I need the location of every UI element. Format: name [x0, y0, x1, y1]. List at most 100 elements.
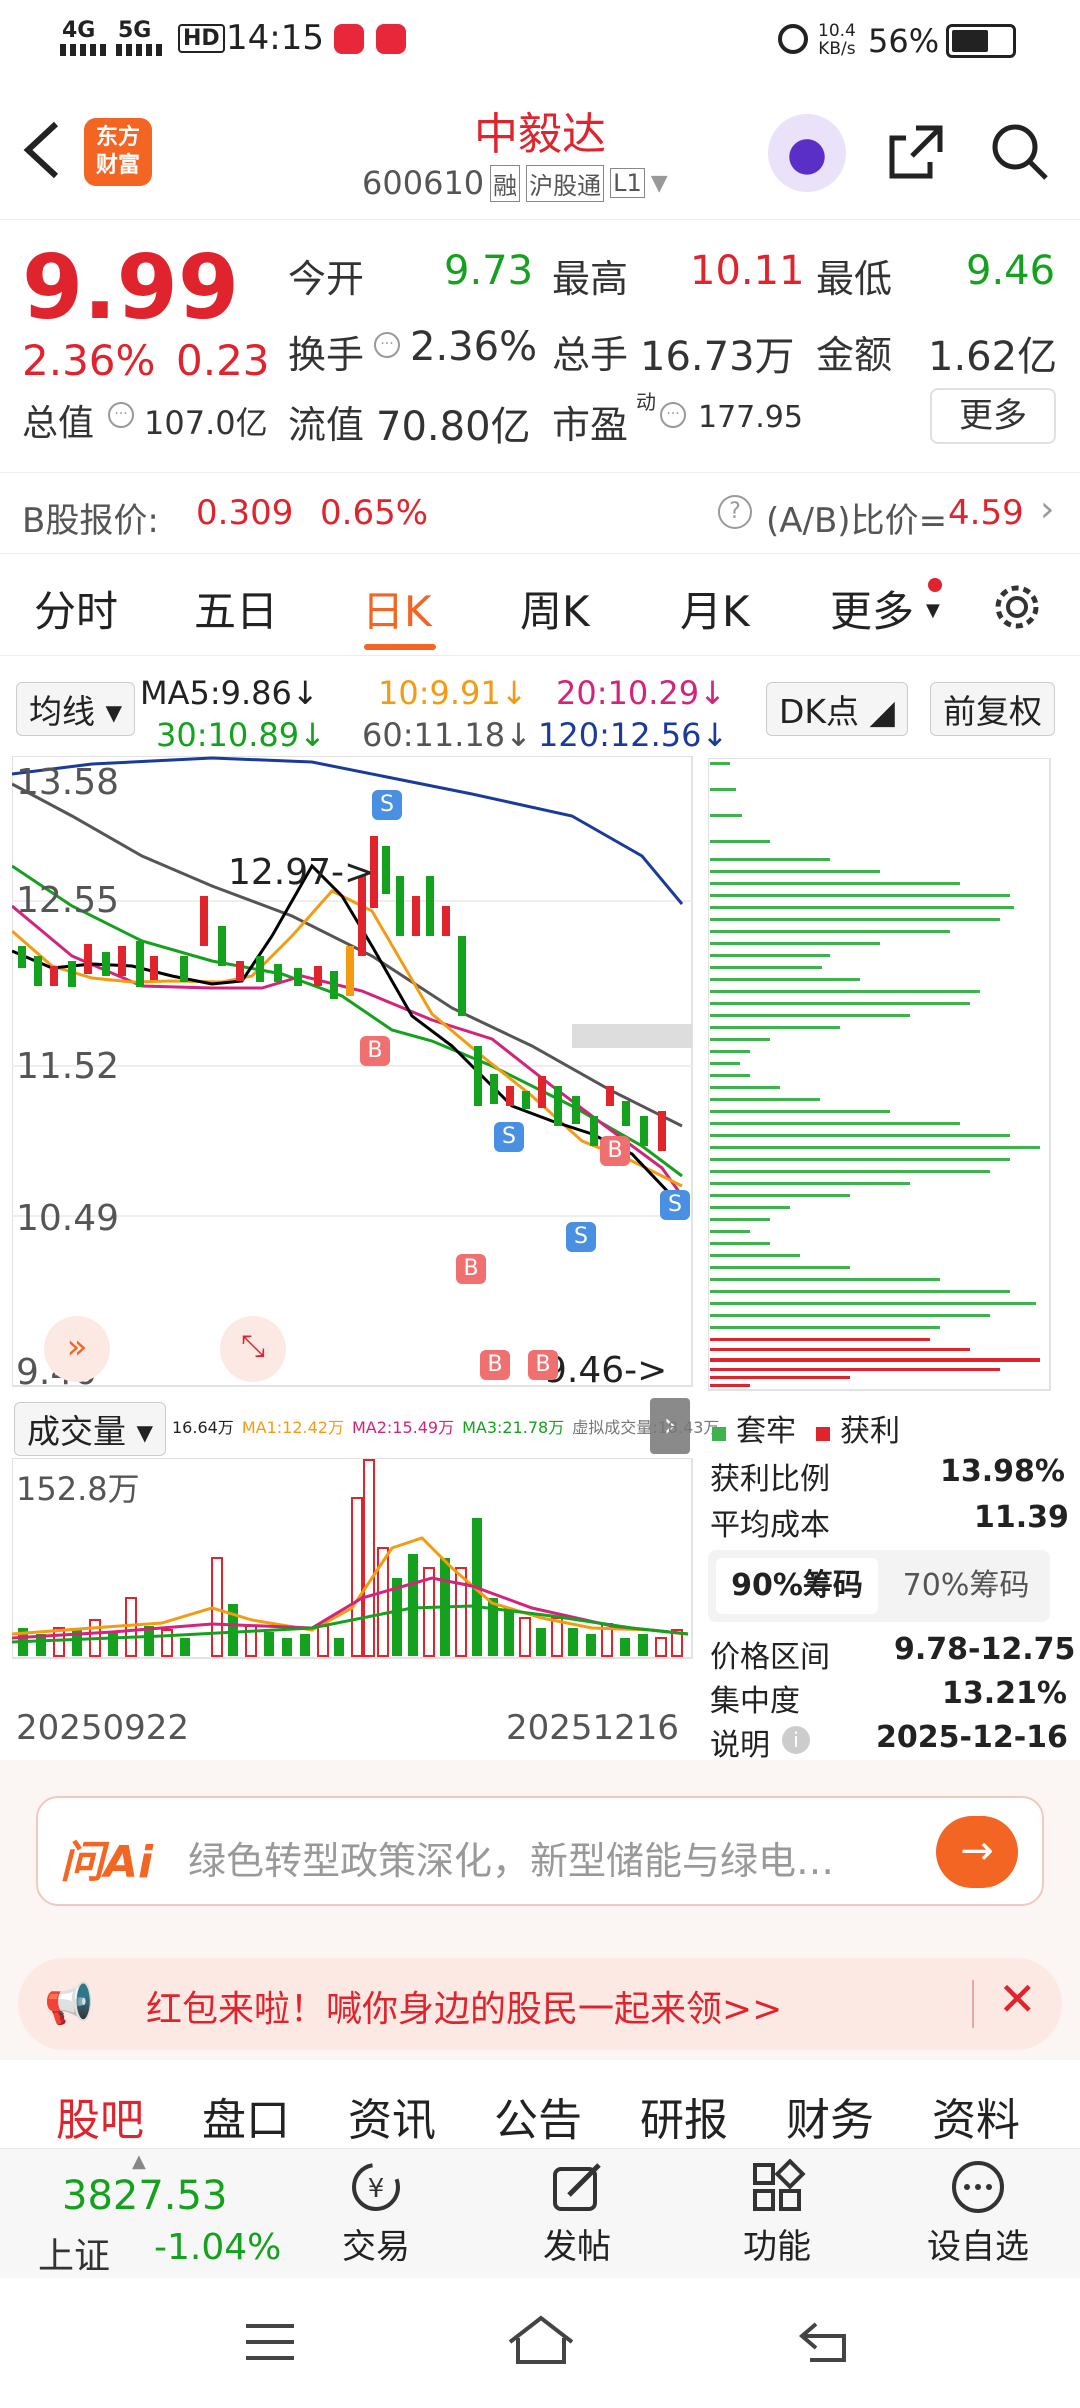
menu-icon[interactable] [242, 2318, 298, 2368]
note-label: 说明 [710, 1728, 770, 1763]
price-axis-label: 11.52 [16, 1046, 120, 1087]
tab-monthly-k[interactable]: 月K [680, 578, 750, 639]
info-icon[interactable]: i [782, 1726, 810, 1754]
turnover-value: 2.36% [410, 324, 538, 370]
close-icon[interactable]: ✕ [998, 1972, 1037, 2026]
ma5-label: MA5:9.86↓ [140, 674, 319, 712]
ma120-label: 120:12.56↓ [538, 716, 729, 754]
more-button[interactable]: 更多 [930, 388, 1056, 444]
tab-five-day[interactable]: 五日 [194, 578, 278, 639]
ai-question-text: 绿色转型政策深化，新型储能与绿电… [188, 1839, 835, 1883]
buy-marker[interactable]: B [360, 1036, 390, 1066]
avg-cost-value: 11.39 [974, 1500, 1069, 1535]
sell-marker[interactable]: S [372, 790, 402, 820]
alarm-icon [778, 24, 808, 54]
function-button[interactable]: 功能 [732, 2158, 822, 2268]
tab-finance[interactable]: 财务 [786, 2084, 874, 2148]
pe-label: 市盈 [552, 403, 629, 447]
ai-ask-bar[interactable]: 问Ai 绿色转型政策深化，新型储能与绿电… → [36, 1796, 1044, 1906]
active-tab-indicator [364, 644, 436, 650]
search-icon[interactable] [988, 120, 1052, 184]
buy-marker[interactable]: B [528, 1350, 558, 1380]
b-share-label: B股报价: [22, 501, 159, 541]
info-icon[interactable]: ··· [108, 402, 134, 428]
tab-announcements[interactable]: 公告 [494, 2084, 582, 2148]
expand-left-icon[interactable]: » [44, 1316, 110, 1382]
tab-daily-k[interactable]: 日K [362, 578, 432, 639]
index-value[interactable]: 3827.53 [62, 2173, 227, 2219]
grid-icon [753, 2158, 806, 2211]
back-nav-icon[interactable] [796, 2316, 852, 2366]
start-date: 20250922 [16, 1708, 190, 1748]
fullscreen-icon[interactable]: ⤡ [220, 1316, 286, 1382]
ma30-label: 30:10.89↓ [156, 716, 326, 754]
promo-banner[interactable]: 📢 红包来啦！喊你身边的股民一起来领>> ✕ [18, 1958, 1062, 2050]
tab-research[interactable]: 研报 [640, 2084, 728, 2148]
tab-chip-90[interactable]: 90%筹码 [716, 1558, 878, 1614]
tab-weekly-k[interactable]: 周K [520, 578, 590, 639]
signal-5g: 5G [118, 18, 152, 43]
stock-code: 600610 [362, 164, 485, 202]
adjust-toggle[interactable]: 前复权 [930, 682, 1055, 736]
arrow-right-icon[interactable]: → [936, 1816, 1018, 1888]
trade-button[interactable]: ¥ 交易 [334, 2159, 418, 2268]
help-icon[interactable]: ? [718, 495, 752, 529]
volume-ma3: MA3:21.78万 [462, 1418, 565, 1437]
share-icon[interactable] [886, 122, 946, 182]
dk-point-toggle[interactable]: DK点 ◢ [766, 682, 908, 736]
buy-marker[interactable]: B [600, 1136, 630, 1166]
buy-marker[interactable]: B [456, 1254, 486, 1284]
volume-current: 16.64万 [172, 1418, 234, 1437]
add-watchlist-button[interactable]: 设自选 [918, 2159, 1038, 2268]
tab-news[interactable]: 资讯 [348, 2084, 436, 2148]
promo-divider [972, 1980, 974, 2028]
mktcap-label: 总值 [22, 403, 95, 444]
profit-ratio-label: 获利比例 [710, 1462, 830, 1497]
volume-ma1: MA1:12.42万 [241, 1418, 344, 1437]
amount-label: 金额 [816, 333, 893, 377]
ma-toggle[interactable]: 均线 ▾ [16, 682, 136, 736]
content-tabs: 股吧 盘口 资讯 公告 研报 财务 资料 [0, 2070, 1080, 2148]
tab-profile[interactable]: 资料 [932, 2084, 1020, 2148]
info-icon[interactable]: ··· [660, 402, 686, 428]
home-icon[interactable] [506, 2312, 576, 2368]
chip-distribution-chart [708, 758, 1051, 1391]
sell-marker[interactable]: S [660, 1190, 690, 1220]
info-icon[interactable]: ··· [374, 332, 400, 358]
sell-marker[interactable]: S [494, 1122, 524, 1152]
amount-value: 1.62亿 [928, 334, 1058, 380]
price-range-label: 价格区间 [710, 1640, 830, 1675]
clock: 14:15 [226, 18, 324, 58]
post-button[interactable]: 发帖 [530, 2159, 624, 2268]
tab-more[interactable]: 更多 [830, 578, 914, 639]
volume-legend: 16.64万 MA1:12.42万 MA2:15.49万 MA3:21.78万 … [172, 1414, 719, 1438]
tab-chip-70[interactable]: 70%筹码 [888, 1558, 1044, 1614]
profit-legend: 获利 [816, 1406, 900, 1450]
b-share-row[interactable]: B股报价: 0.309 0.65% ? (A/B)比价= 4.59 › [0, 472, 1080, 554]
tab-pankou[interactable]: 盘口 [202, 2084, 290, 2148]
settings-gear-icon[interactable] [990, 580, 1044, 634]
price-range-value: 9.78-12.75 [894, 1632, 1076, 1667]
buy-marker[interactable]: B [480, 1350, 510, 1380]
watchlist-label: 设自选 [927, 2227, 1029, 2267]
tab-guba[interactable]: 股吧 [56, 2084, 144, 2148]
volume-virtual: 虚拟成交量:18.43万 [572, 1418, 720, 1437]
float-value: 70.80亿 [376, 404, 531, 450]
tab-intraday[interactable]: 分时 [34, 578, 118, 639]
sell-marker[interactable]: S [566, 1222, 596, 1252]
volume-toggle[interactable]: 成交量 ▾ [14, 1402, 167, 1456]
price-axis-label: 12.55 [16, 880, 120, 921]
stock-code-row[interactable]: 600610 融 沪股通 L1 ▼ [362, 164, 668, 202]
ma10-label: 10:9.91↓ [378, 674, 528, 712]
pe-dynamic-mark: 动 [636, 390, 656, 414]
high-value: 10.11 [690, 248, 805, 294]
post-label: 发帖 [543, 2227, 611, 2267]
ai-robot-icon[interactable] [768, 114, 846, 192]
open-label: 今开 [288, 257, 365, 301]
current-price: 9.99 [22, 236, 240, 339]
margin-tag: 融 [490, 164, 521, 202]
ma60-label: 60:11.18↓ [362, 716, 532, 754]
quote-panel: 9.99 2.36% 0.23 今开 9.73 最高 10.11 最低 9.46… [0, 222, 1080, 472]
volume-label: 总手 [552, 333, 629, 377]
svg-text:¥: ¥ [368, 2174, 385, 2204]
